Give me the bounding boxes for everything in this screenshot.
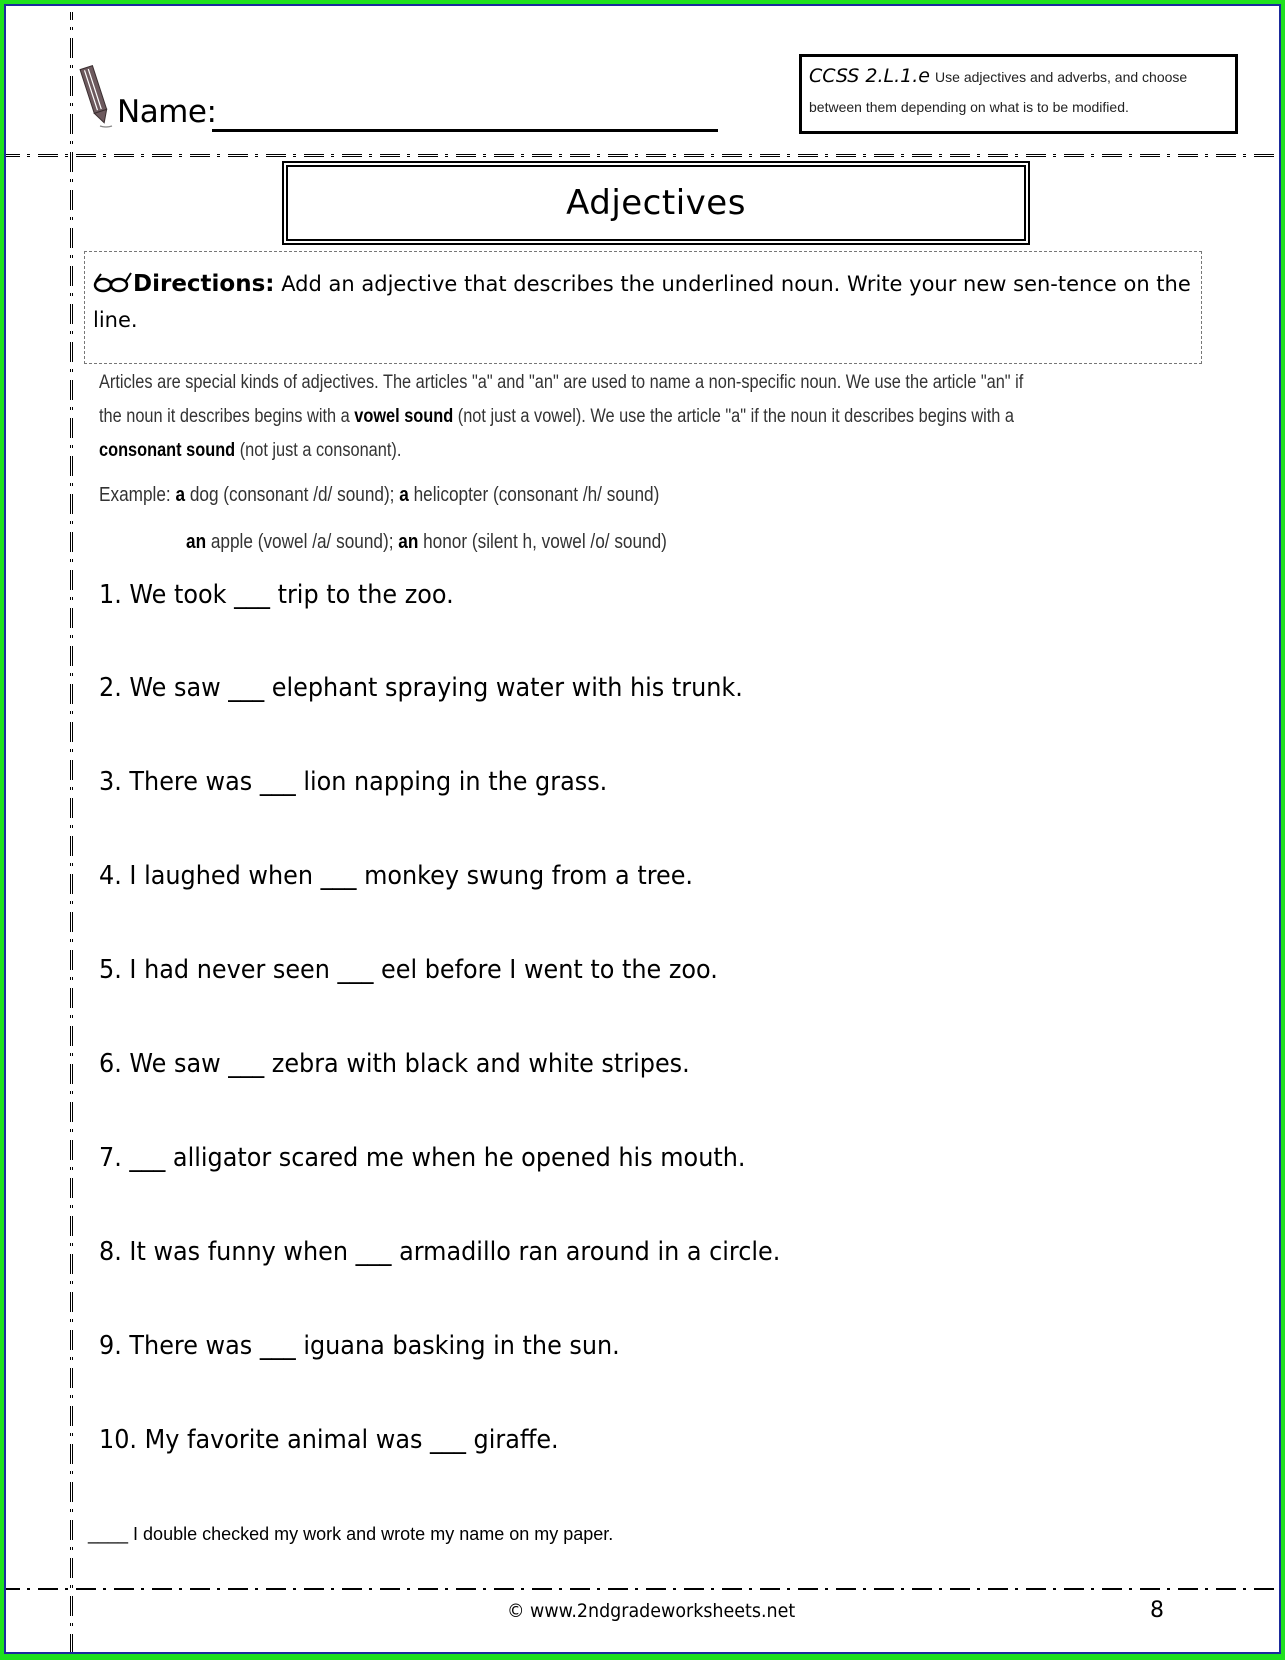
name-input-line[interactable] xyxy=(212,129,718,132)
example-row-2: an apple (vowel /a/ sound); an honor (si… xyxy=(186,531,667,553)
cut-guide-lines xyxy=(6,12,1278,1652)
articles-line-1: Articles are special kinds of adjectives… xyxy=(99,372,1024,393)
directions-label: Directions: xyxy=(133,271,275,297)
top-cut-line xyxy=(6,154,1275,157)
standard-box: CCSS 2.L.1.e Use adjectives and adverbs,… xyxy=(799,54,1238,134)
page-title: Adjectives xyxy=(566,183,746,223)
example-row-1: Example: a dog (consonant /d/ sound); a … xyxy=(99,484,660,506)
standard-description-1: Use adjectives and adverbs, and choose xyxy=(935,69,1188,85)
page-number: 8 xyxy=(1150,1598,1164,1623)
pencil-icon xyxy=(79,64,113,128)
question-9[interactable]: 9. There was ___ iguana basking in the s… xyxy=(99,1331,620,1361)
consonant-sound-term: consonant sound xyxy=(99,440,236,461)
standard-code: CCSS 2.L.1.e xyxy=(809,65,930,87)
question-8[interactable]: 8. It was funny when ___ armadillo ran a… xyxy=(99,1237,780,1267)
question-1[interactable]: 1. We took ___ trip to the zoo. xyxy=(99,580,454,610)
left-margin-line xyxy=(70,12,73,1652)
articles-line-2: the noun it describes begins with a vowe… xyxy=(99,406,1014,427)
question-4[interactable]: 4. I laughed when ___ monkey swung from … xyxy=(99,861,693,891)
title-box: Adjectives xyxy=(282,161,1030,245)
bottom-cut-line xyxy=(6,1587,1278,1590)
question-10[interactable]: 10. My favorite animal was ___ giraffe. xyxy=(99,1425,559,1455)
question-7[interactable]: 7. ___ alligator scared me when he opene… xyxy=(99,1143,746,1173)
vowel-sound-term: vowel sound xyxy=(354,406,454,427)
standard-description-2: between them depending on what is to be … xyxy=(809,99,1129,115)
self-check-item[interactable]: ____ I double checked my work and wrote … xyxy=(88,1524,613,1545)
articles-explanation: Articles are special kinds of adjectives… xyxy=(99,366,1208,468)
question-6[interactable]: 6. We saw ___ zebra with black and white… xyxy=(99,1049,690,1079)
glasses-icon xyxy=(93,272,132,293)
name-label: Name: xyxy=(117,94,217,130)
directions-box: Directions: Add an adjective that descri… xyxy=(84,251,1202,364)
copyright-text: © www.2ndgradeworksheets.net xyxy=(507,1600,796,1622)
question-5[interactable]: 5. I had never seen ___ eel before I wen… xyxy=(99,955,718,985)
articles-line-3: consonant sound (not just a consonant). xyxy=(99,440,402,461)
question-3[interactable]: 3. There was ___ lion napping in the gra… xyxy=(99,767,607,797)
question-2[interactable]: 2. We saw ___ elephant spraying water wi… xyxy=(99,673,743,703)
